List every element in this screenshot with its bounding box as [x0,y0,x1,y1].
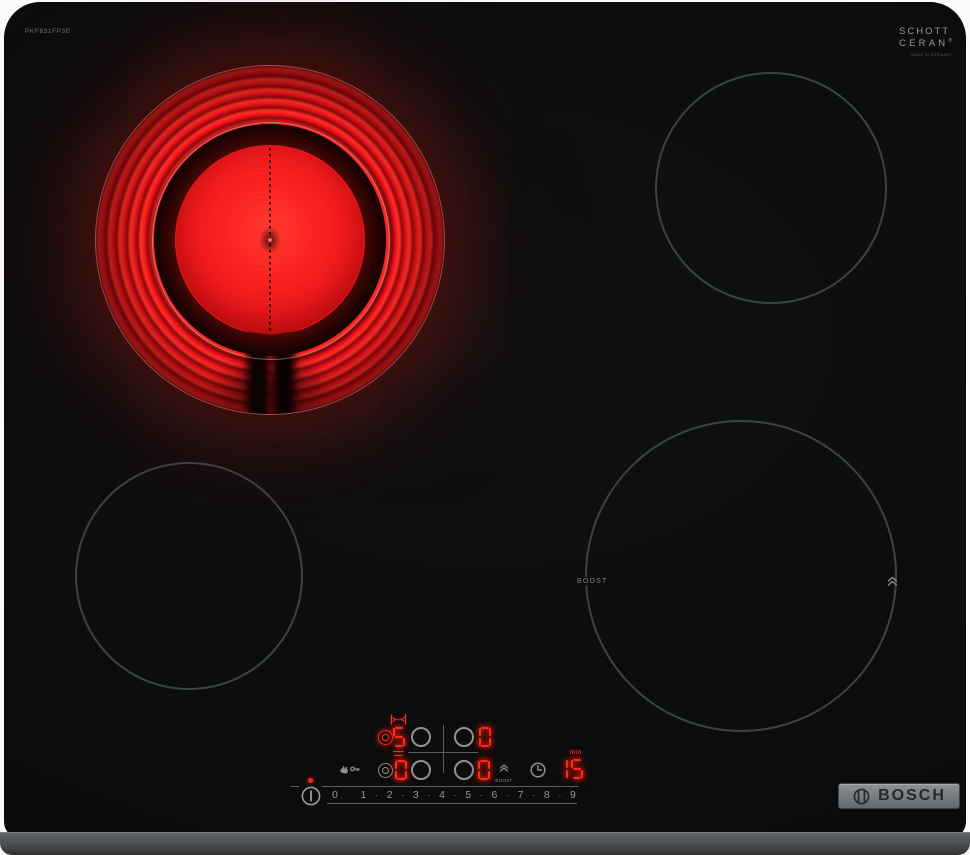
display-front-left-level [395,760,407,780]
burner-front-left [75,462,303,690]
level-separator: · [401,790,405,800]
display-timer-minutes [556,759,583,779]
slider-track-bottom [327,803,577,805]
power-level-6[interactable]: 6 [491,789,497,801]
seven-segment-digit [556,759,568,779]
zone-layout-cross-horizontal [408,751,478,753]
burner-front-right [585,420,897,732]
registered-mark: ® [948,38,952,44]
seven-segment-digit [393,727,405,747]
power-level-8[interactable]: 8 [544,789,550,801]
power-level-5[interactable]: 5 [465,789,471,801]
power-level-1[interactable]: 1 [361,789,367,801]
dual-zone-indicator-rear-left[interactable] [377,729,393,745]
child-lock-icon[interactable] [338,761,360,781]
model-number: PKF631FP3E [25,28,71,35]
boost-arrow-icon [499,764,509,772]
seven-segment-digit [478,760,490,780]
zone-layout-cross-vertical [442,725,444,773]
zone-select-front-left-key[interactable] [411,760,431,780]
schott-logo-line1: SCHOTT [899,26,951,37]
bosch-armature-icon [853,788,870,804]
bosch-badge: BOSCH [838,783,960,809]
level-separator: · [532,790,536,800]
seven-segment-digit [395,760,407,780]
level-separator: · [427,790,431,800]
boost-zone-label: BOOST [574,577,611,586]
level-separator: · [558,790,562,800]
timer-clock-icon[interactable] [529,761,547,784]
timer-unit-label: min [570,749,582,756]
level-separator: · [375,790,379,800]
bosch-hob-product-image: PKF631FP3E SCHOTT CERAN® MADE IN GERMANY… [0,0,970,855]
boost-key[interactable]: BOOST [493,759,515,783]
level-separator: · [479,790,483,800]
burner-rear-right [655,72,887,304]
power-level-slider[interactable]: 0 1 · 2 · 3 · 4 · 5 · 6 · 7 · 8 · 9 [332,788,576,802]
seven-segment-digit [571,759,583,779]
power-level-7[interactable]: 7 [518,789,524,801]
dual-zone-indicator-front-left[interactable] [377,762,393,778]
burner-rear-left-active [95,65,445,415]
power-level-3[interactable]: 3 [413,789,419,801]
level-separator: · [505,790,509,800]
boost-chevron-icon [886,574,899,592]
zone-select-rear-left-key[interactable] [411,727,431,747]
zone-select-rear-right-key[interactable] [454,727,474,747]
display-front-right-level [478,760,490,780]
slider-track-stub [291,786,299,788]
seven-segment-digit [479,727,491,747]
radiant-coil-inner [176,146,364,334]
display-rear-right-level [479,727,491,747]
schott-logo-subtext: MADE IN GERMANY [911,53,952,58]
bosch-logo-text: BOSCH [878,787,946,804]
ceran-text: CERAN [899,38,949,50]
status-led [308,778,313,783]
power-level-9[interactable]: 9 [570,789,576,801]
power-icon[interactable] [300,785,322,812]
power-level-0[interactable]: 0 [332,789,338,801]
power-level-4[interactable]: 4 [439,789,445,801]
boost-key-label: BOOST [495,778,513,783]
schott-logo-line2: CERAN® [899,38,952,49]
front-trim-strip [0,832,970,855]
zone-select-front-right-key[interactable] [454,760,474,780]
level-separator: · [453,790,457,800]
schott-ceran-logo: SCHOTT CERAN® MADE IN GERMANY [899,26,952,57]
inner-element-hub-dot [268,238,272,242]
display-rear-left-level [393,727,405,747]
power-level-2[interactable]: 2 [387,789,393,801]
